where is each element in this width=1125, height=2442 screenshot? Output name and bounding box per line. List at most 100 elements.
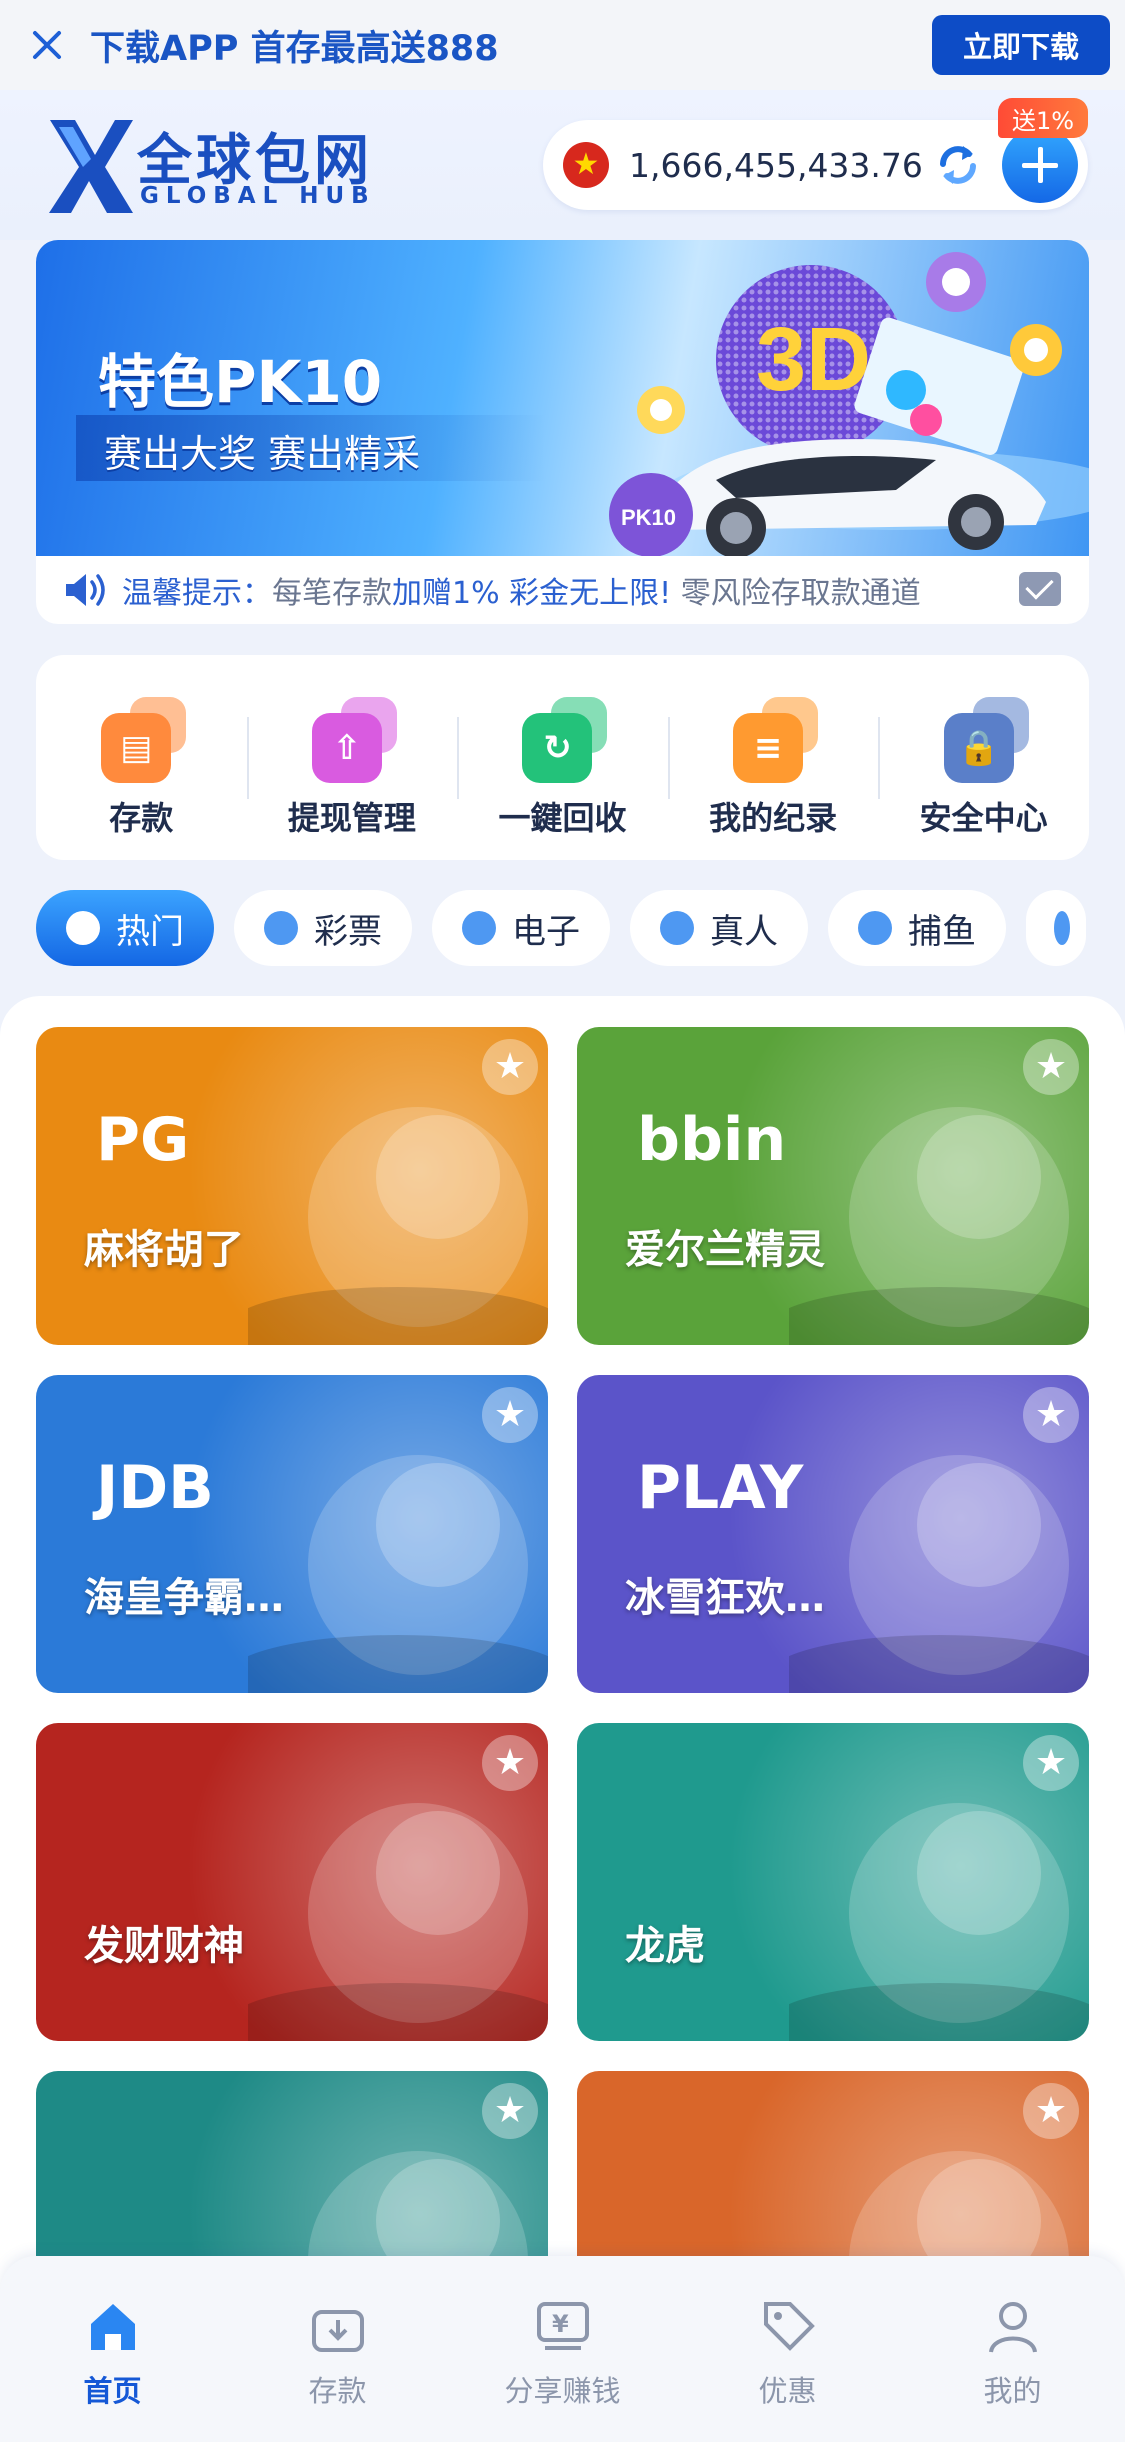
promo-tag-icon [763,2302,815,2351]
nav-label: 分享赚钱 [504,2374,621,2408]
favorite-star-icon[interactable]: ★ [482,1735,538,1791]
game-provider-logo: PG [96,1105,190,1175]
promo-banner[interactable]: 3D PK10 特色PK10 赛出大奖 赛出精采 [36,240,1089,556]
quick-actions: ▤ 存款 ⇧ 提现管理 ↻ 一鍵回收 ≡ 我的纪录 🔒 安全中心 [36,655,1089,860]
nav-promo-tag[interactable]: 优惠 [675,2256,900,2442]
refresh-icon[interactable] [933,140,983,190]
game-card[interactable]: PLAY 冰雪狂欢… ★ [577,1375,1089,1693]
logo-en-text: GLOBAL HUB [140,183,376,209]
game-card[interactable]: 发财财神 ★ [36,1723,548,2041]
notice-label: 温馨提示： [122,576,272,611]
tab-slot[interactable]: 电子 [432,890,610,966]
share-earn-icon: ¥ [536,2302,589,2350]
game-provider-logo: PLAY [637,1453,804,1523]
bonus-tag: 送1% [998,98,1088,138]
banner-subtitle: 赛出大奖 赛出精采 [104,432,421,476]
add-funds-button[interactable] [1002,127,1078,203]
nav-label: 我的 [983,2374,1042,2408]
game-name: 海皇争霸… [84,1575,284,1621]
quick-action-label: 安全中心 [919,799,1048,837]
nav-home[interactable]: 首页 [0,2256,225,2442]
nav-label: 首页 [83,2374,142,2408]
bottom-navigation: 首页 存款 ¥ 分享赚钱 优惠 我的 [0,2256,1125,2442]
fire-icon [66,911,100,945]
logo[interactable]: 全球包网 GLOBAL HUB [45,115,385,215]
game-card[interactable]: PG 麻将胡了 ★ [36,1027,548,1345]
records-icon: ≡ [728,697,819,783]
mail-icon[interactable] [1019,572,1061,606]
banner-title: 特色PK10 [98,348,383,416]
tab-label: 热门 [116,911,184,952]
favorite-star-icon[interactable]: ★ [482,2083,538,2139]
favorite-star-icon[interactable]: ★ [1023,1387,1079,1443]
tab-sports[interactable] [1026,890,1086,966]
game-name: 发财财神 [84,1923,244,1969]
vietnam-flag-icon: ★ [563,142,609,188]
tab-label: 捕鱼 [908,911,976,952]
nav-label: 优惠 [758,2374,817,2408]
balance-amount: 1,666,455,433.76 [629,145,923,185]
notice-text: 每笔存款加赠1% 彩金无上限! 零风险存取款通道 [272,568,992,612]
tab-label: 真人 [710,911,778,952]
live-icon [660,911,694,945]
game-grid: PG 麻将胡了 ★ bbin 爱尔兰精灵 ★ JDB 海皇争霸… ★ PLAY … [0,996,1125,2442]
notice-text-after: 零风险存取款通道 [671,576,921,611]
quick-action-recycle[interactable]: ↻ 一鍵回收 [457,655,668,860]
svg-text:PK10: PK10 [621,505,676,530]
sports-icon [1054,911,1070,945]
deposit-icon [311,2310,364,2352]
header: 全球包网 GLOBAL HUB ★ 1,666,455,433.76 送1% [0,90,1125,240]
favorite-star-icon[interactable]: ★ [1023,2083,1079,2139]
recycle-icon: ↻ [517,697,608,783]
game-card[interactable]: JDB 海皇争霸… ★ [36,1375,548,1693]
close-icon[interactable] [24,22,70,68]
wallet-icon: ▤ [96,697,187,783]
tab-fire[interactable]: 热门 [36,890,214,966]
notice-text-before: 每笔存款 [272,576,392,611]
game-name: 麻将胡了 [84,1227,244,1273]
notice-marquee[interactable]: 温馨提示： 每笔存款加赠1% 彩金无上限! 零风险存取款通道 [36,556,1089,624]
quick-action-records[interactable]: ≡ 我的纪录 [667,655,879,860]
app-download-bar: 下载APP 首存最高送888 立即下载 [0,0,1125,90]
nav-deposit[interactable]: 存款 [225,2256,450,2442]
tab-live[interactable]: 真人 [630,890,808,966]
logo-x-icon [49,120,133,213]
speaker-icon [66,574,105,606]
quick-action-label: 提现管理 [287,799,416,837]
tab-fish[interactable]: 捕鱼 [828,890,1006,966]
favorite-star-icon[interactable]: ★ [1023,1735,1079,1791]
download-promo-text: 下载APP 首存最高送888 [90,28,499,69]
nav-label: 存款 [308,2374,367,2408]
game-name: 冰雪狂欢… [625,1575,825,1621]
slot-icon [462,911,496,945]
quick-action-withdraw[interactable]: ⇧ 提现管理 [246,655,458,860]
game-card[interactable]: bbin 爱尔兰精灵 ★ [577,1027,1089,1345]
lottery-icon [264,911,298,945]
game-provider-logo: bbin [637,1105,787,1175]
game-name: 龙虎 [625,1923,705,1969]
game-name: 爱尔兰精灵 [625,1227,825,1273]
game-card[interactable]: 龙虎 ★ [577,1723,1089,2041]
svg-text:¥: ¥ [552,2310,569,2338]
favorite-star-icon[interactable]: ★ [1023,1039,1079,1095]
game-provider-logo: JDB [96,1453,214,1523]
nav-share-earn[interactable]: ¥ 分享赚钱 [450,2256,675,2442]
fish-icon [858,911,892,945]
favorite-star-icon[interactable]: ★ [482,1387,538,1443]
category-tabs: 热门 彩票 电子 真人 捕鱼 [36,890,1125,966]
favorite-star-icon[interactable]: ★ [482,1039,538,1095]
quick-action-shield[interactable]: 🔒 安全中心 [878,655,1089,860]
quick-action-wallet[interactable]: ▤ 存款 [36,655,247,860]
svg-text:3D: 3D [756,310,871,410]
quick-action-label: 一鍵回收 [498,799,627,837]
tab-lottery[interactable]: 彩票 [234,890,412,966]
nav-profile[interactable]: 我的 [900,2256,1125,2442]
notice-text-highlight: 加赠1% 彩金无上限! [392,576,672,611]
download-app-button[interactable]: 立即下载 [932,15,1110,75]
profile-icon [988,2302,1037,2353]
quick-action-label: 存款 [109,799,174,837]
quick-action-label: 我的纪录 [709,799,838,837]
withdraw-icon: ⇧ [307,697,397,783]
shield-icon: 🔒 [939,697,1029,783]
banner-lottery-art: 3D PK10 [609,252,1089,556]
